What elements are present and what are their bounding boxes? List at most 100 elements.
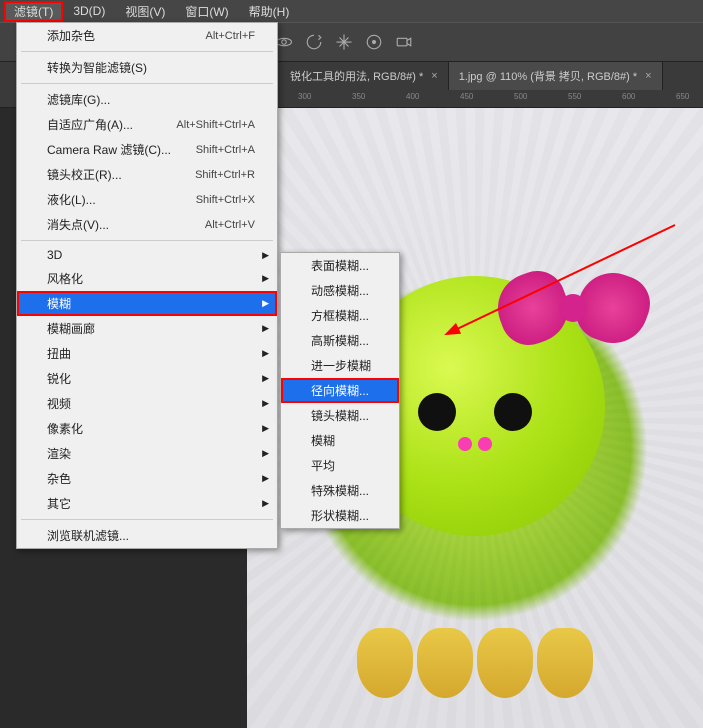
menu-item-shortcut: Shift+Ctrl+X [196, 194, 255, 206]
filter-menu-dropdown: 添加杂色 Alt+Ctrl+F 转换为智能滤镜(S) 滤镜库(G)... 自适应… [16, 22, 278, 549]
tab-label: 锐化工具的用法, RGB/8#) * [290, 68, 423, 84]
submenu-shape-blur[interactable]: 形状模糊... [281, 503, 399, 528]
menu-item-3d[interactable]: 3D ▶ [17, 244, 277, 266]
menu-item-other[interactable]: 其它 ▶ [17, 491, 277, 516]
menu-item-label: Camera Raw 滤镜(C)... [47, 141, 171, 158]
menu-item-blur-gallery[interactable]: 模糊画廊 ▶ [17, 316, 277, 341]
menu-item-label: 3D [47, 248, 62, 262]
chevron-right-icon: ▶ [262, 423, 269, 434]
menu-item-smart-filter[interactable]: 转换为智能滤镜(S) [17, 55, 277, 80]
scale-icon[interactable] [365, 33, 383, 51]
chevron-right-icon: ▶ [262, 473, 269, 484]
submenu-smart-blur[interactable]: 特殊模糊... [281, 478, 399, 503]
menu-item-liquify[interactable]: 液化(L)... Shift+Ctrl+X [17, 187, 277, 212]
menu-item-label: 转换为智能滤镜(S) [47, 59, 147, 76]
chevron-right-icon: ▶ [262, 273, 269, 284]
menu-item-label: 视频 [47, 395, 71, 412]
separator [21, 83, 273, 84]
menu-item-blur[interactable]: 模糊 ▶ [17, 291, 277, 316]
menu-item-stylize[interactable]: 风格化 ▶ [17, 266, 277, 291]
ruler-tick-label: 600 [622, 92, 635, 101]
ruler-tick-label: 300 [298, 92, 311, 101]
tab-document-1[interactable]: 锐化工具的用法, RGB/8#) * × [280, 62, 449, 90]
blur-submenu: 表面模糊... 动感模糊... 方框模糊... 高斯模糊... 进一步模糊 径向… [280, 252, 400, 529]
ruler-tick-label: 400 [406, 92, 419, 101]
menu-item-label: 模糊 [311, 432, 335, 449]
chevron-right-icon: ▶ [262, 323, 269, 334]
tab-document-2[interactable]: 1.jpg @ 110% (背景 拷贝, RGB/8#) * × [449, 62, 663, 90]
menu-item-shortcut: Alt+Ctrl+V [205, 219, 255, 231]
menu-item-render[interactable]: 渲染▶ [17, 441, 277, 466]
menu-item-label: 模糊画廊 [47, 320, 95, 337]
menu-item-adaptive-wide[interactable]: 自适应广角(A)... Alt+Shift+Ctrl+A [17, 112, 277, 137]
ruler-tick-label: 500 [514, 92, 527, 101]
menu-item-label: 添加杂色 [47, 27, 95, 44]
chevron-right-icon: ▶ [262, 348, 269, 359]
menu-item-sharpen[interactable]: 锐化▶ [17, 366, 277, 391]
menu-item-lens-correct[interactable]: 镜头校正(R)... Shift+Ctrl+R [17, 162, 277, 187]
submenu-gaussian-blur[interactable]: 高斯模糊... [281, 328, 399, 353]
menu-item-pixelate[interactable]: 像素化 ▶ [17, 416, 277, 441]
menu-item-label: 特殊模糊... [311, 482, 369, 499]
menubar: 滤镜(T) 3D(D) 视图(V) 窗口(W) 帮助(H) [0, 0, 703, 22]
menu-item-noise[interactable]: 杂色 ▶ [17, 466, 277, 491]
menu-filter[interactable]: 滤镜(T) [4, 1, 63, 22]
menu-item-label: 杂色 [47, 470, 71, 487]
menu-3d[interactable]: 3D(D) [63, 2, 115, 20]
menu-item-video[interactable]: 视频 ▶ [17, 391, 277, 416]
menu-item-label: 像素化 [47, 420, 83, 437]
submenu-lens-blur[interactable]: 镜头模糊... [281, 403, 399, 428]
close-icon[interactable]: × [645, 70, 651, 82]
separator [21, 519, 273, 520]
menu-item-add-noise[interactable]: 添加杂色 Alt+Ctrl+F [17, 23, 277, 48]
menu-item-label: 风格化 [47, 270, 83, 287]
menu-item-label: 滤镜库(G)... [47, 91, 110, 108]
menu-item-browse-online[interactable]: 浏览联机滤镜... [17, 523, 277, 548]
chevron-right-icon: ▶ [262, 298, 269, 309]
menu-item-label: 镜头校正(R)... [47, 166, 122, 183]
menu-item-label: 径向模糊... [311, 382, 369, 399]
ruler-tick-label: 550 [568, 92, 581, 101]
submenu-box-blur[interactable]: 方框模糊... [281, 303, 399, 328]
submenu-surface-blur[interactable]: 表面模糊... [281, 253, 399, 278]
submenu-blur[interactable]: 模糊 [281, 428, 399, 453]
menu-help[interactable]: 帮助(H) [239, 1, 300, 22]
menu-item-label: 消失点(V)... [47, 216, 109, 233]
camera-icon[interactable] [395, 33, 413, 51]
menu-item-shortcut: Alt+Ctrl+F [205, 30, 255, 42]
menu-item-label: 自适应广角(A)... [47, 116, 133, 133]
submenu-motion-blur[interactable]: 动感模糊... [281, 278, 399, 303]
close-icon[interactable]: × [431, 70, 437, 82]
menu-item-label: 动感模糊... [311, 282, 369, 299]
menu-item-vanishing[interactable]: 消失点(V)... Alt+Ctrl+V [17, 212, 277, 237]
separator [21, 51, 273, 52]
ruler-tick-label: 350 [352, 92, 365, 101]
menu-item-label: 液化(L)... [47, 191, 96, 208]
menu-item-label: 方框模糊... [311, 307, 369, 324]
separator [21, 240, 273, 241]
submenu-average[interactable]: 平均 [281, 453, 399, 478]
menu-item-label: 浏览联机滤镜... [47, 527, 129, 544]
rotate-icon[interactable] [305, 33, 323, 51]
chevron-right-icon: ▶ [262, 498, 269, 509]
menu-item-label: 模糊 [47, 295, 71, 312]
chevron-right-icon: ▶ [262, 398, 269, 409]
menu-item-filter-gallery[interactable]: 滤镜库(G)... [17, 87, 277, 112]
ruler-tick-label: 650 [676, 92, 689, 101]
menu-window[interactable]: 窗口(W) [175, 1, 238, 22]
menu-view[interactable]: 视图(V) [115, 1, 175, 22]
menu-item-distort[interactable]: 扭曲 ▶ [17, 341, 277, 366]
chevron-right-icon: ▶ [262, 373, 269, 384]
menu-item-label: 形状模糊... [311, 507, 369, 524]
menu-item-label: 扭曲 [47, 345, 71, 362]
menu-item-label: 镜头模糊... [311, 407, 369, 424]
menu-item-shortcut: Shift+Ctrl+R [195, 169, 255, 181]
menu-item-label: 进一步模糊 [311, 357, 371, 374]
submenu-radial-blur[interactable]: 径向模糊... [281, 378, 399, 403]
move3d-icon[interactable] [335, 33, 353, 51]
chevron-right-icon: ▶ [262, 250, 269, 261]
submenu-further-blur[interactable]: 进一步模糊 [281, 353, 399, 378]
menu-item-shortcut: Alt+Shift+Ctrl+A [176, 119, 255, 131]
menu-item-label: 其它 [47, 495, 71, 512]
menu-item-camera-raw[interactable]: Camera Raw 滤镜(C)...Shift+Ctrl+A [17, 137, 277, 162]
